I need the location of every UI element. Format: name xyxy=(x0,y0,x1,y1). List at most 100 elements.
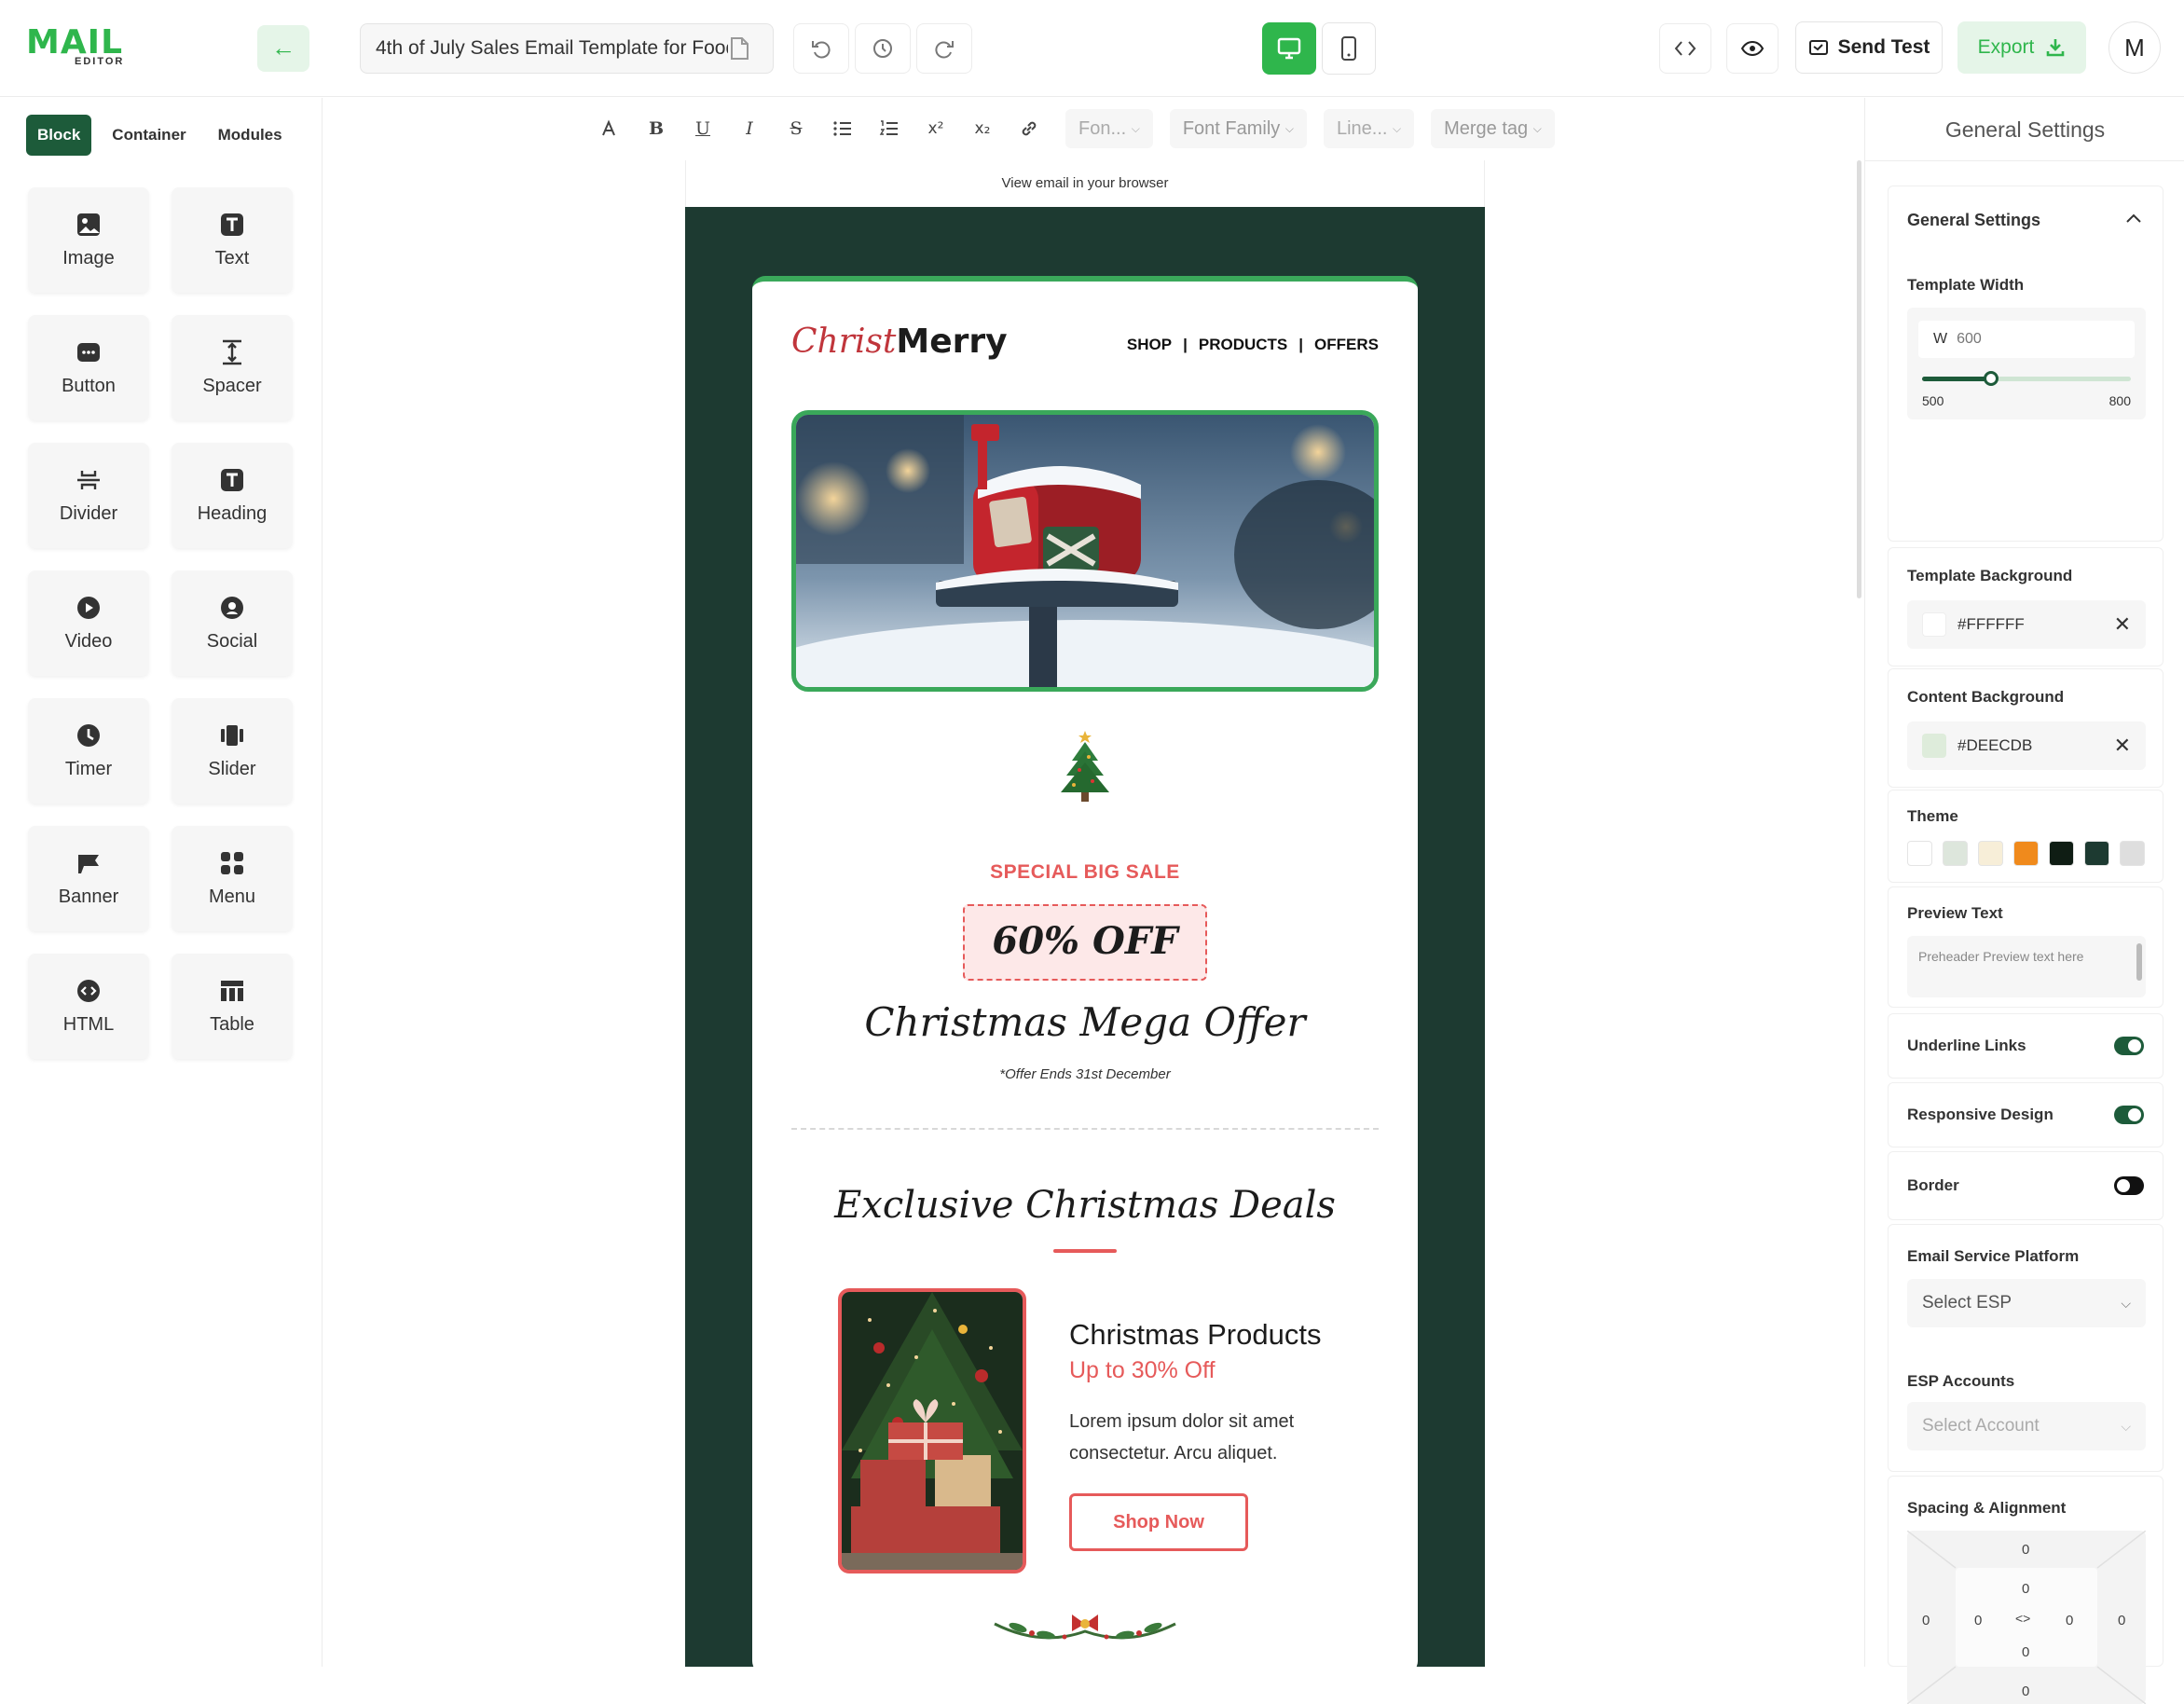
text-color-icon xyxy=(602,119,615,136)
outer-top-value[interactable]: 0 xyxy=(2022,1542,2029,1558)
numbered-list-button[interactable] xyxy=(870,109,909,148)
inner-right-value[interactable]: 0 xyxy=(2066,1613,2073,1628)
link-spacing-icon[interactable]: <> xyxy=(2015,1611,2030,1626)
template-title-field[interactable]: 4th of July Sales Email Template for Foo… xyxy=(360,23,774,74)
italic-button[interactable]: I xyxy=(730,109,769,148)
theme-swatch[interactable] xyxy=(2013,841,2039,866)
responsive-label: Responsive Design xyxy=(1907,1106,2054,1123)
block-image[interactable]: Image xyxy=(28,187,149,293)
back-arrow-button[interactable]: ← xyxy=(257,25,309,72)
timer-icon xyxy=(77,724,100,747)
email-preview: View email in your browser ChristMerry S… xyxy=(685,160,1485,1674)
mobile-view-button[interactable] xyxy=(1322,22,1376,75)
inner-left-value[interactable]: 0 xyxy=(1974,1613,1982,1628)
chevron-down-icon: ⌵ xyxy=(1532,121,1542,135)
block-banner[interactable]: Banner xyxy=(28,826,149,931)
document-icon xyxy=(731,37,749,60)
border-toggle[interactable] xyxy=(2114,1176,2144,1195)
redo-button[interactable] xyxy=(916,23,972,74)
nav-offers[interactable]: OFFERS xyxy=(1314,336,1379,354)
export-button[interactable]: Export xyxy=(1957,21,2086,74)
clear-icon[interactable]: ✕ xyxy=(2114,734,2131,758)
product-image[interactable] xyxy=(838,1288,1026,1573)
block-menu[interactable]: Menu xyxy=(172,826,293,931)
outer-right-value[interactable]: 0 xyxy=(2118,1613,2125,1628)
view-in-browser-link[interactable]: View email in your browser xyxy=(685,160,1485,207)
tab-block[interactable]: Block xyxy=(26,115,92,156)
brand-bold-text: Merry xyxy=(896,323,1008,361)
block-heading[interactable]: Heading xyxy=(172,443,293,548)
theme-swatch[interactable] xyxy=(2084,841,2109,866)
shop-now-button[interactable]: Shop Now xyxy=(1069,1493,1248,1551)
theme-swatch[interactable] xyxy=(1978,841,2003,866)
brand-script-text: Christ xyxy=(791,323,897,361)
block-video[interactable]: Video xyxy=(28,570,149,676)
block-timer[interactable]: Timer xyxy=(28,698,149,804)
block-slider[interactable]: Slider xyxy=(172,698,293,804)
esp-select[interactable]: Select ESP ⌵ xyxy=(1907,1279,2146,1327)
chevron-down-icon: ⌵ xyxy=(1131,121,1140,135)
width-slider-thumb[interactable] xyxy=(1983,371,1999,386)
line-height-select[interactable]: Line... ⌵ xyxy=(1323,109,1415,148)
table-icon xyxy=(221,981,243,1001)
bullet-list-button[interactable] xyxy=(823,109,862,148)
block-spacer[interactable]: Spacer xyxy=(172,315,293,420)
snowy-mailbox-image xyxy=(796,415,1374,687)
content-bg-input[interactable]: #DEECDB ✕ xyxy=(1907,721,2146,770)
responsive-design-panel: Responsive Design xyxy=(1888,1082,2163,1147)
merge-tag-select[interactable]: Merge tag ⌵ xyxy=(1431,109,1555,148)
block-button[interactable]: Button xyxy=(28,315,149,420)
theme-swatch[interactable] xyxy=(2120,841,2145,866)
bold-button[interactable]: B xyxy=(637,109,676,148)
preview-text-input[interactable]: Preheader Preview text here xyxy=(1907,936,2146,997)
width-slider-track[interactable] xyxy=(1922,371,2131,386)
code-view-button[interactable] xyxy=(1659,23,1711,74)
block-text[interactable]: Text xyxy=(172,187,293,293)
theme-swatch[interactable] xyxy=(2049,841,2074,866)
user-avatar[interactable]: M xyxy=(2108,21,2161,74)
template-bg-input[interactable]: #FFFFFF ✕ xyxy=(1907,600,2146,649)
underline-button[interactable]: U xyxy=(683,109,722,148)
chevron-up-icon[interactable] xyxy=(2125,213,2142,224)
tab-container[interactable]: Container xyxy=(101,115,197,156)
superscript-button[interactable]: x² xyxy=(916,109,955,148)
preview-text-panel: Preview Text Preheader Preview text here xyxy=(1888,886,2163,1008)
esp-account-select[interactable]: Select Account ⌵ xyxy=(1907,1402,2146,1450)
width-input[interactable]: W 600 xyxy=(1918,321,2135,358)
block-social[interactable]: Social xyxy=(172,570,293,676)
responsive-toggle[interactable] xyxy=(2114,1106,2144,1124)
link-button[interactable] xyxy=(1010,109,1049,148)
outer-left-value[interactable]: 0 xyxy=(1922,1613,1930,1628)
outer-bottom-value[interactable]: 0 xyxy=(2022,1683,2029,1699)
textarea-scrollbar[interactable] xyxy=(2136,943,2142,981)
strikethrough-button[interactable]: S xyxy=(776,109,816,148)
theme-swatch[interactable] xyxy=(1907,841,1932,866)
preview-button[interactable] xyxy=(1726,23,1779,74)
font-family-select[interactable]: Font Family ⌵ xyxy=(1169,109,1307,148)
tab-modules[interactable]: Modules xyxy=(207,115,294,156)
preview-text-placeholder: Preheader Preview text here xyxy=(1918,949,2084,964)
nav-shop[interactable]: SHOP xyxy=(1127,336,1172,354)
undo-button[interactable] xyxy=(793,23,849,74)
history-button[interactable] xyxy=(855,23,911,74)
inner-bottom-value[interactable]: 0 xyxy=(2022,1644,2029,1660)
block-html[interactable]: HTML xyxy=(28,954,149,1059)
clear-icon[interactable]: ✕ xyxy=(2114,612,2131,637)
nav-products[interactable]: PRODUCTS xyxy=(1199,336,1287,354)
theme-swatch[interactable] xyxy=(1943,841,1968,866)
subscript-button[interactable]: x₂ xyxy=(963,109,1002,148)
theme-label: Theme xyxy=(1907,807,1958,825)
hero-image[interactable] xyxy=(791,410,1379,692)
send-test-button[interactable]: Send Test xyxy=(1795,21,1943,74)
canvas-scrollbar[interactable] xyxy=(1857,160,1861,598)
font-size-select[interactable]: Fon... ⌵ xyxy=(1065,109,1153,148)
eye-icon xyxy=(1740,40,1765,57)
text-color-button[interactable] xyxy=(590,109,629,148)
block-divider[interactable]: Divider xyxy=(28,443,149,548)
block-table[interactable]: Table xyxy=(172,954,293,1059)
email-content-card[interactable]: ChristMerry SHOP | PRODUCTS | OFFERS SPE… xyxy=(752,276,1418,1674)
inner-top-value[interactable]: 0 xyxy=(2022,1581,2029,1597)
email-nav: SHOP | PRODUCTS | OFFERS xyxy=(1127,336,1379,354)
underline-links-toggle[interactable] xyxy=(2114,1037,2144,1055)
desktop-view-button[interactable] xyxy=(1262,22,1316,75)
